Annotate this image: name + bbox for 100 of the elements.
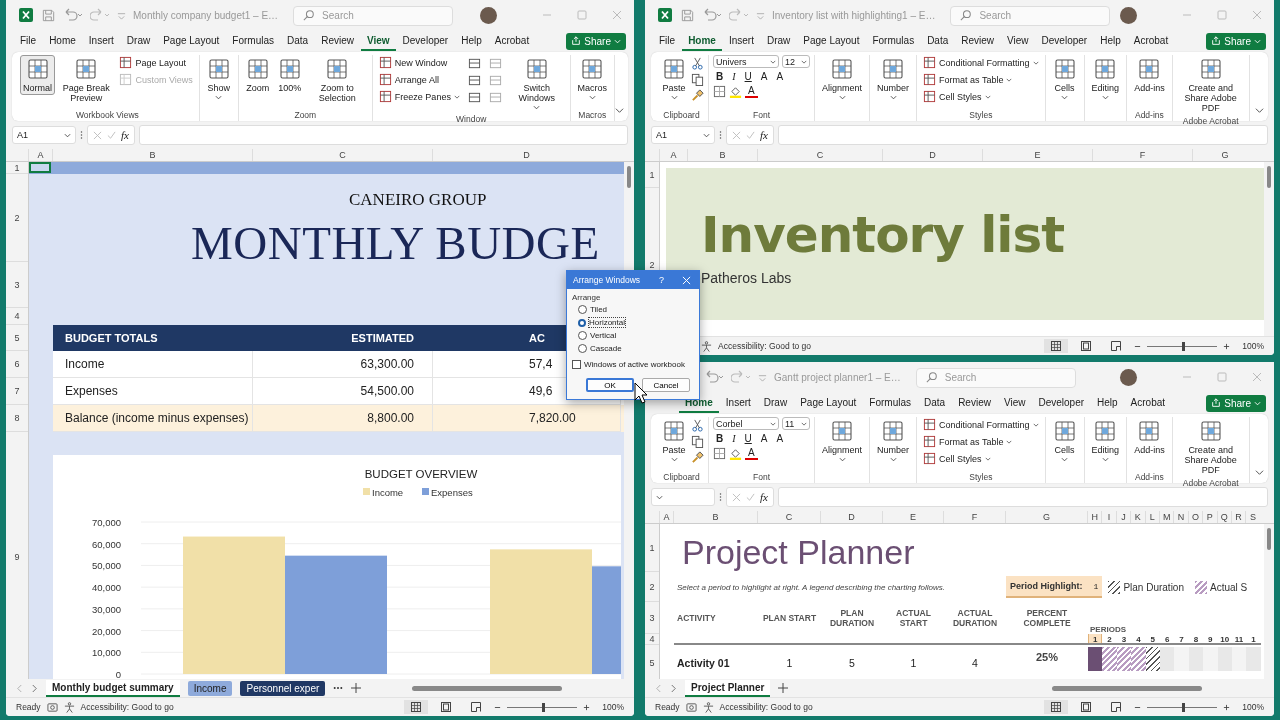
ribbon-tab[interactable]: File (14, 31, 43, 51)
dialog-button[interactable]: Cancel (642, 378, 690, 392)
ribbon-tab[interactable]: Help (1091, 393, 1124, 413)
format-button[interactable]: I (729, 71, 739, 82)
fill-color-icon[interactable] (729, 85, 742, 98)
ribbon-tab[interactable]: Insert (719, 393, 757, 413)
ribbon-tab[interactable]: Review (952, 393, 997, 413)
accessibility-icon[interactable] (701, 340, 712, 352)
macro-icon[interactable] (46, 701, 58, 713)
check-icon[interactable] (746, 130, 755, 140)
ribbon-tab[interactable]: Help (1094, 31, 1127, 51)
ribbon-button[interactable]: Create and Share Adobe PDF (1176, 55, 1245, 115)
insert-function-button[interactable]: fx (760, 129, 768, 141)
zoom-level[interactable]: 100% (1242, 341, 1264, 351)
ribbon-button[interactable]: Editing (1088, 55, 1123, 103)
column-header[interactable]: Q (1216, 511, 1231, 523)
search-field[interactable]: Search (293, 5, 454, 26)
name-box[interactable]: A1 (651, 126, 715, 144)
accessibility-icon[interactable] (63, 701, 75, 713)
radio-button[interactable] (578, 344, 587, 353)
format-button[interactable]: U (741, 433, 755, 444)
insert-function-button[interactable]: fx (121, 129, 129, 141)
borders-icon[interactable] (713, 85, 726, 98)
column-header[interactable]: A (659, 511, 673, 523)
ribbon-button[interactable]: Alignment (819, 55, 866, 103)
ribbon-tab[interactable]: Insert (82, 31, 120, 51)
ribbon-button[interactable]: Freeze Panes (376, 89, 462, 104)
sheet-tab[interactable]: Project Planner (685, 679, 771, 697)
ribbon-button[interactable]: Alignment (819, 417, 866, 465)
ribbon-button[interactable]: Add-ins (1131, 417, 1168, 457)
ribbon-button[interactable]: Zoom (242, 55, 273, 95)
copy-icon[interactable] (691, 435, 704, 448)
window-tool-icon[interactable] (467, 74, 481, 87)
search-field[interactable]: Search (915, 367, 1076, 388)
accessibility-status[interactable]: Accessibility: Good to go (718, 341, 812, 351)
column-header[interactable]: M (1158, 511, 1174, 523)
ribbon-button[interactable]: Paste (659, 417, 689, 465)
plus-icon[interactable] (351, 683, 362, 693)
ribbon-button[interactable]: Editing (1088, 417, 1123, 465)
formula-input[interactable] (777, 125, 1268, 145)
selected-cell[interactable] (29, 162, 51, 173)
ribbon-tab[interactable]: Draw (120, 31, 157, 51)
zoom-in-icon[interactable] (583, 703, 591, 711)
accessibility-status[interactable]: Accessibility: Good to go (80, 702, 174, 712)
row-header[interactable]: 3 (6, 262, 28, 308)
ribbon-button[interactable]: Cells (1049, 417, 1080, 465)
format-button[interactable]: A (773, 71, 787, 82)
search-field[interactable]: Search (950, 5, 1111, 26)
spreadsheet-app-icon[interactable] (18, 7, 34, 23)
ribbon-tab[interactable]: Draw (760, 31, 797, 51)
ribbon-tab[interactable]: Page Layout (797, 31, 866, 51)
ribbon-tab[interactable]: Formulas (866, 31, 921, 51)
column-header[interactable]: G (1192, 149, 1257, 161)
ribbon-tab[interactable]: Acrobat (1127, 31, 1175, 51)
share-button[interactable]: Share (566, 32, 626, 50)
avatar[interactable] (1120, 368, 1137, 386)
column-header[interactable]: E (882, 511, 943, 523)
format-button[interactable]: B (713, 71, 727, 82)
ribbon-tab[interactable]: Home (682, 31, 722, 51)
row-header[interactable]: 6 (6, 351, 28, 378)
ribbon-button[interactable]: Format as Table (921, 72, 1041, 87)
column-header[interactable]: F (943, 511, 1005, 523)
ribbon-button[interactable]: Format as Table (921, 434, 1041, 449)
row-header[interactable]: 1 (645, 524, 659, 572)
zoom-thumb[interactable] (542, 702, 546, 712)
scrollbar[interactable] (1264, 162, 1274, 336)
ribbon-tab[interactable]: Insert (722, 31, 760, 51)
row-header[interactable]: 8 (6, 405, 28, 432)
save-icon[interactable] (680, 7, 695, 23)
ribbon-tab[interactable]: Developer (396, 31, 455, 51)
row-header[interactable]: 2 (645, 572, 659, 602)
ribbon-tab[interactable]: Developer (1032, 393, 1091, 413)
format-button[interactable]: A (757, 433, 771, 444)
format-button[interactable]: A (773, 433, 787, 444)
help-button[interactable]: ? (659, 275, 664, 285)
font-name-dropdown[interactable]: Corbel (713, 417, 779, 430)
window-tool-icon[interactable] (467, 57, 481, 70)
row-header[interactable]: 4 (645, 634, 659, 645)
share-button[interactable]: Share (1206, 394, 1266, 412)
period-value[interactable]: 1 (1093, 581, 1099, 591)
ribbon-button[interactable]: Paste (659, 55, 689, 103)
formula-input[interactable] (138, 125, 628, 145)
sheet-tab[interactable]: Income (187, 680, 233, 696)
column-header[interactable]: I (1101, 511, 1116, 523)
ribbon-button[interactable]: Page Break Preview (57, 55, 116, 105)
scissors-icon[interactable] (691, 419, 704, 432)
column-header[interactable]: D (882, 149, 982, 161)
scrollbar[interactable] (1264, 524, 1274, 679)
next-sheet-icon[interactable] (31, 683, 38, 693)
normal-view-icon[interactable] (1044, 339, 1069, 353)
column-header[interactable]: E (982, 149, 1092, 161)
column-header[interactable]: B (52, 149, 252, 161)
accessibility-status[interactable]: Accessibility: Good to go (719, 702, 813, 712)
ribbon-tab[interactable]: Acrobat (488, 31, 536, 51)
radio-button[interactable] (578, 305, 587, 314)
row-header[interactable]: 7 (6, 378, 28, 405)
row-header[interactable]: 3 (645, 602, 659, 634)
ribbon-button[interactable]: Create and Share Adobe PDF (1176, 417, 1245, 477)
font-size-dropdown[interactable]: 12 (782, 55, 810, 68)
format-button[interactable]: A (757, 71, 771, 82)
